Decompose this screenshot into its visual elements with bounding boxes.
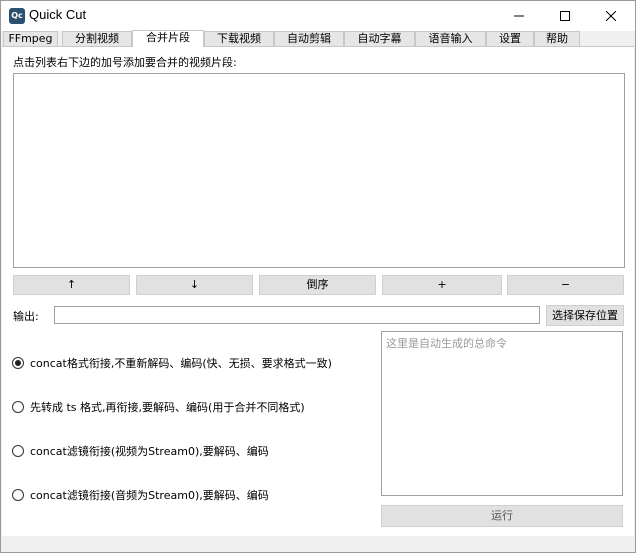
move-up-button[interactable]: ↑ bbox=[13, 275, 130, 295]
tab-auto-subtitle[interactable]: 自动字幕 bbox=[344, 31, 415, 46]
minimize-icon bbox=[514, 15, 524, 17]
move-down-button[interactable]: ↓ bbox=[136, 275, 253, 295]
add-clip-button[interactable]: + bbox=[382, 275, 502, 295]
tab-bar: FFmpeg 分割视频 合并片段 下载视频 自动剪辑 自动字幕 语音输入 设置 … bbox=[1, 30, 635, 47]
close-button[interactable] bbox=[588, 1, 634, 31]
window-title: Quick Cut bbox=[29, 7, 87, 22]
option-label: concat滤镜衔接(音频为Stream0),要解码、编码 bbox=[30, 489, 269, 502]
option-label: concat格式衔接,不重新解码、编码(快、无损、要求格式一致) bbox=[30, 357, 332, 370]
output-path-input[interactable] bbox=[54, 306, 540, 324]
output-label: 输出: bbox=[13, 310, 39, 323]
option-concat-filter-audio[interactable]: concat滤镜衔接(音频为Stream0),要解码、编码 bbox=[12, 487, 269, 503]
tab-voice-input[interactable]: 语音输入 bbox=[415, 31, 486, 46]
tab-merge-clips[interactable]: 合并片段 bbox=[132, 30, 204, 47]
option-label: concat滤镜衔接(视频为Stream0),要解码、编码 bbox=[30, 445, 269, 458]
command-placeholder: 这里是自动生成的总命令 bbox=[386, 337, 507, 350]
tab-split-video[interactable]: 分割视频 bbox=[62, 31, 132, 46]
tab-help[interactable]: 帮助 bbox=[534, 31, 580, 46]
option-label: 先转成 ts 格式,再衔接,要解码、编码(用于合并不同格式) bbox=[30, 401, 305, 414]
minimize-button[interactable] bbox=[496, 1, 542, 31]
close-icon bbox=[606, 11, 616, 21]
run-button[interactable]: 运行 bbox=[381, 505, 623, 527]
tab-auto-edit[interactable]: 自动剪辑 bbox=[274, 31, 344, 46]
radio-button[interactable] bbox=[12, 445, 24, 457]
option-concat-filter-video[interactable]: concat滤镜衔接(视频为Stream0),要解码、编码 bbox=[12, 443, 269, 459]
merge-panel: 点击列表右下边的加号添加要合并的视频片段: ↑ ↓ 倒序 + − 输出: 选择保… bbox=[2, 46, 634, 537]
radio-button[interactable] bbox=[12, 357, 24, 369]
remove-clip-button[interactable]: − bbox=[507, 275, 624, 295]
maximize-icon bbox=[560, 11, 570, 21]
tab-settings[interactable]: 设置 bbox=[486, 31, 534, 46]
maximize-button[interactable] bbox=[542, 1, 588, 31]
app-window: Qc Quick Cut FFmpeg 分割视频 合并片段 下载视频 自动剪辑 … bbox=[0, 0, 636, 553]
radio-button[interactable] bbox=[12, 401, 24, 413]
reverse-button[interactable]: 倒序 bbox=[259, 275, 376, 295]
app-logo-icon: Qc bbox=[9, 8, 25, 24]
tab-download-video[interactable]: 下载视频 bbox=[204, 31, 274, 46]
status-bar bbox=[1, 536, 635, 552]
option-concat-format[interactable]: concat格式衔接,不重新解码、编码(快、无损、要求格式一致) bbox=[12, 355, 332, 371]
clip-list[interactable] bbox=[13, 73, 625, 268]
command-textarea[interactable]: 这里是自动生成的总命令 bbox=[381, 331, 623, 496]
choose-save-location-button[interactable]: 选择保存位置 bbox=[546, 305, 624, 326]
tab-ffmpeg[interactable]: FFmpeg bbox=[3, 31, 58, 46]
title-bar[interactable]: Qc Quick Cut bbox=[1, 1, 635, 31]
radio-button[interactable] bbox=[12, 489, 24, 501]
option-convert-ts[interactable]: 先转成 ts 格式,再衔接,要解码、编码(用于合并不同格式) bbox=[12, 399, 305, 415]
merge-hint: 点击列表右下边的加号添加要合并的视频片段: bbox=[13, 56, 237, 69]
